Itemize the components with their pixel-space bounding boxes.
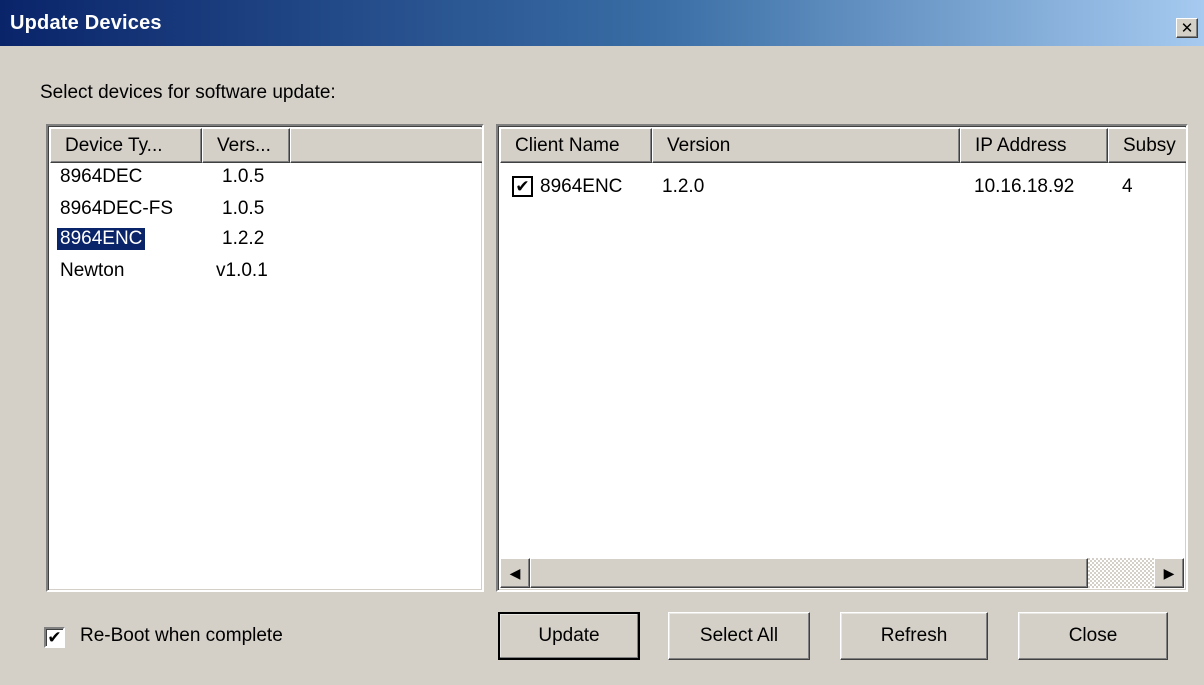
- column-header-client-version[interactable]: Version: [652, 128, 960, 163]
- device-type-cell: Newton: [60, 260, 125, 281]
- device-version-cell: 1.0.5: [222, 166, 265, 187]
- column-header-subsystem[interactable]: Subsy: [1108, 128, 1186, 163]
- horizontal-scrollbar[interactable]: ◀ ▶: [500, 558, 1184, 588]
- device-type-cell: 8964DEC-FS: [60, 198, 173, 219]
- scroll-left-icon[interactable]: ◀: [500, 558, 530, 588]
- column-header-version[interactable]: Vers...: [202, 128, 290, 163]
- scrollbar-thumb[interactable]: [530, 558, 1088, 588]
- client-name-cell: 8964ENC: [540, 176, 623, 197]
- client-version-cell: 1.2.0: [662, 176, 705, 197]
- close-icon[interactable]: ✕: [1176, 18, 1198, 38]
- device-type-header: Device Ty... Vers...: [50, 128, 482, 163]
- reboot-checkbox[interactable]: ✔: [44, 627, 65, 648]
- window-title: Update Devices: [10, 12, 162, 34]
- device-version-cell: 1.2.2: [222, 228, 265, 249]
- reboot-label[interactable]: Re-Boot when complete: [80, 625, 283, 647]
- device-version-cell: v1.0.1: [216, 260, 268, 281]
- scrollbar-track[interactable]: [1088, 558, 1154, 588]
- client-list-header: Client Name Version IP Address Subsy: [500, 128, 1186, 163]
- device-type-cell: 8964DEC: [60, 166, 143, 187]
- client-subsystem-cell: 4: [1122, 176, 1133, 197]
- client-list[interactable]: Client Name Version IP Address Subsy ✔ 8…: [496, 124, 1188, 592]
- column-header-empty[interactable]: [290, 128, 482, 163]
- device-type-cell: 8964ENC: [57, 228, 146, 250]
- scroll-right-icon[interactable]: ▶: [1154, 558, 1184, 588]
- column-header-client-name[interactable]: Client Name: [500, 128, 652, 163]
- device-type-list[interactable]: Device Ty... Vers... 8964DEC 1.0.5 8964D…: [46, 124, 484, 592]
- select-all-button[interactable]: Select All: [668, 612, 810, 660]
- device-version-cell: 1.0.5: [222, 198, 265, 219]
- instruction-label: Select devices for software update:: [40, 82, 336, 103]
- update-button[interactable]: Update: [498, 612, 640, 660]
- title-bar[interactable]: Update Devices ✕: [0, 0, 1204, 46]
- column-header-device-type[interactable]: Device Ty...: [50, 128, 202, 163]
- column-header-ip-address[interactable]: IP Address: [960, 128, 1108, 163]
- update-devices-dialog: Update Devices ✕ Select devices for soft…: [0, 0, 1204, 685]
- client-checkbox[interactable]: ✔: [512, 176, 533, 197]
- client-ip-cell: 10.16.18.92: [974, 176, 1075, 197]
- refresh-button[interactable]: Refresh: [840, 612, 988, 660]
- close-button[interactable]: Close: [1018, 612, 1168, 660]
